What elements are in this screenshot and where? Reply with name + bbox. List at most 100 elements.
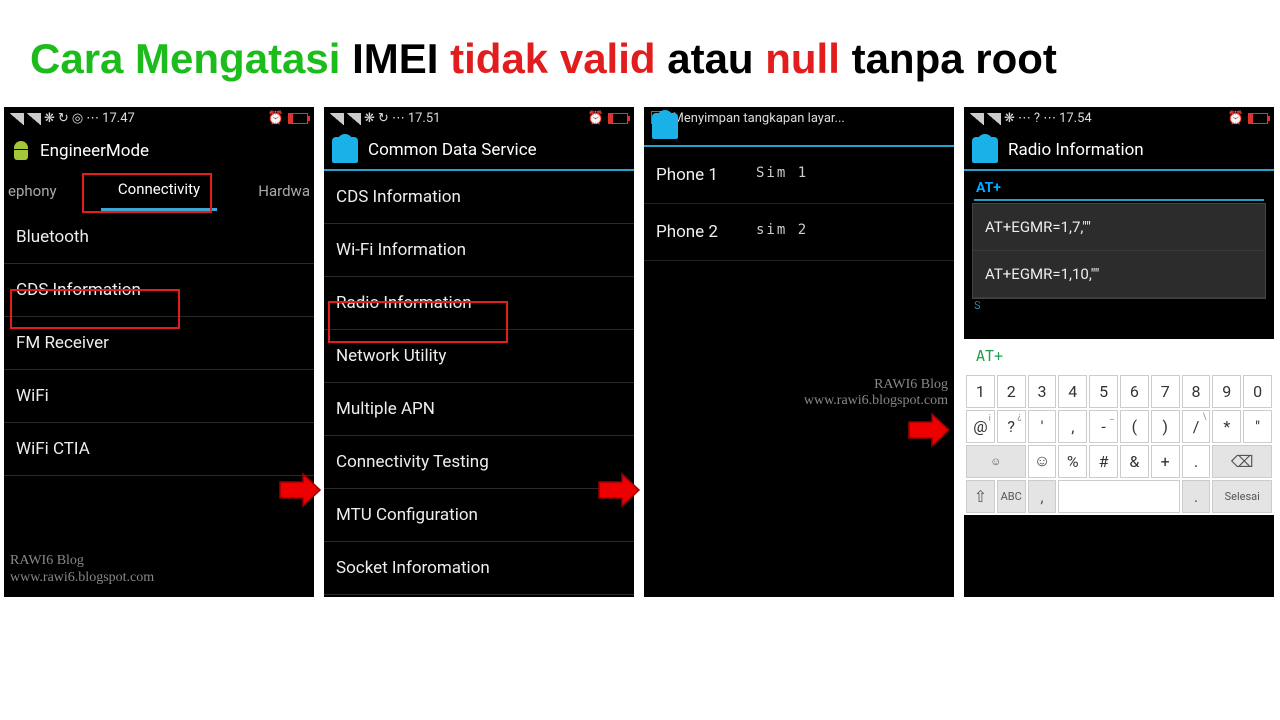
menu-radio-information[interactable]: Radio Information bbox=[324, 277, 634, 330]
key-backspace[interactable]: ⌫ bbox=[1212, 445, 1272, 478]
battery-icon bbox=[288, 113, 308, 124]
arrow-icon bbox=[275, 470, 325, 510]
suggestion-egmr-1-7[interactable]: AT+EGMR=1,7,"" bbox=[973, 204, 1265, 251]
key-dot[interactable]: . bbox=[1182, 480, 1211, 513]
sync-icon: ↻ bbox=[58, 111, 69, 126]
menu-fm-receiver[interactable]: FM Receiver bbox=[4, 317, 314, 370]
key[interactable]: 1 bbox=[966, 375, 995, 408]
key[interactable]: ) bbox=[1151, 410, 1180, 443]
menu-network-utility[interactable]: Network Utility bbox=[324, 330, 634, 383]
key[interactable]: 2 bbox=[997, 375, 1026, 408]
instagram-icon: ◎ bbox=[72, 111, 83, 126]
app-title: Common Data Service bbox=[368, 140, 537, 160]
key[interactable]: 3 bbox=[1028, 375, 1057, 408]
app-title: EngineerMode bbox=[40, 141, 149, 161]
key[interactable]: /\ bbox=[1182, 410, 1211, 443]
menu-wifi[interactable]: WiFi bbox=[4, 370, 314, 423]
key-symbols[interactable]: ☺ bbox=[966, 445, 1026, 478]
app-header: EngineerMode bbox=[4, 131, 314, 171]
menu-socket-information[interactable]: Socket Inforomation bbox=[324, 542, 634, 595]
status-bar: ❋ ⋯ ? ⋯ 17.54 ⏰ bbox=[964, 107, 1274, 131]
key[interactable]: ( bbox=[1120, 410, 1149, 443]
key[interactable]: 5 bbox=[1089, 375, 1118, 408]
phone1-label: Phone 1 bbox=[656, 165, 756, 185]
key[interactable]: 9 bbox=[1212, 375, 1241, 408]
phone1-row[interactable]: Phone 1 Sim 1 bbox=[644, 147, 954, 204]
status-time: 17.51 bbox=[408, 111, 441, 126]
key[interactable]: + bbox=[1151, 445, 1180, 478]
bbm-icon: ❋ bbox=[44, 111, 55, 126]
app-header: Common Data Service bbox=[324, 131, 634, 171]
key[interactable]: @¡ bbox=[966, 410, 995, 443]
android-icon bbox=[12, 141, 30, 161]
signal-icon bbox=[970, 113, 984, 125]
key[interactable]: " bbox=[1243, 410, 1272, 443]
chat-icon: ⋯ bbox=[86, 111, 99, 126]
key-space[interactable] bbox=[1058, 480, 1179, 513]
menu-cds-information[interactable]: CDS Information bbox=[324, 171, 634, 224]
tab-telephony[interactable]: ephony bbox=[4, 171, 101, 211]
at-suggestions-dropdown: AT+EGMR=1,7,"" AT+EGMR=1,10,"" bbox=[972, 203, 1266, 299]
key-comma[interactable]: , bbox=[1028, 480, 1057, 513]
menu-cds-information[interactable]: CDS Information bbox=[4, 264, 314, 317]
menu-multiple-apn[interactable]: Multiple APN bbox=[324, 383, 634, 436]
status-bar: ❋ ↻ ⋯ 17.51 ⏰ bbox=[324, 107, 634, 131]
signal-icon bbox=[10, 113, 24, 125]
screenshot-phone-information: 🖼 Menyimpan tangkapan layar... Phone Inf… bbox=[644, 107, 954, 597]
screenshot-toast: 🖼 Menyimpan tangkapan layar... bbox=[644, 107, 954, 131]
menu-mtu-configuration[interactable]: MTU Configuration bbox=[324, 489, 634, 542]
status-time: 17.54 bbox=[1059, 111, 1092, 126]
key[interactable]: . bbox=[1182, 445, 1211, 478]
key[interactable]: 4 bbox=[1058, 375, 1087, 408]
menu-wifi-information[interactable]: Wi-Fi Information bbox=[324, 224, 634, 277]
key[interactable]: 6 bbox=[1120, 375, 1149, 408]
screenshot-common-data-service: ❋ ↻ ⋯ 17.51 ⏰ Common Data Service CDS In… bbox=[324, 107, 634, 597]
key-shift[interactable]: ⇧ bbox=[966, 480, 995, 513]
key[interactable]: * bbox=[1212, 410, 1241, 443]
screenshot-engineer-mode: ❋ ↻ ◎ ⋯ 17.47 ⏰ EngineerMode ephony Conn… bbox=[4, 107, 314, 597]
key-done[interactable]: Selesai bbox=[1212, 480, 1272, 513]
phone2-value: sim 2 bbox=[756, 222, 808, 242]
keyboard: 1234567890@¡?¿',-_()/\*"☺☺%#&+.⌫⇧ABC,.Se… bbox=[964, 373, 1274, 515]
tab-hardware[interactable]: Hardwa bbox=[217, 171, 314, 211]
phone2-row[interactable]: Phone 2 sim 2 bbox=[644, 204, 954, 261]
key[interactable]: , bbox=[1058, 410, 1087, 443]
key-abc[interactable]: ABC bbox=[997, 480, 1026, 513]
page-title: Cara Mengatasi IMEI tidak valid atau nul… bbox=[0, 0, 1280, 107]
signal-icon bbox=[347, 113, 361, 125]
keyboard-suggestion[interactable]: AT+ bbox=[964, 339, 1274, 373]
key[interactable]: 0 bbox=[1243, 375, 1272, 408]
phone1-value: Sim 1 bbox=[756, 165, 808, 185]
key[interactable]: ' bbox=[1028, 410, 1057, 443]
suggestion-egmr-1-10[interactable]: AT+EGMR=1,10,"" bbox=[973, 251, 1265, 298]
phone2-label: Phone 2 bbox=[656, 222, 756, 242]
sync-icon: ↻ bbox=[378, 111, 389, 126]
key[interactable]: ☺ bbox=[1028, 445, 1057, 478]
key[interactable]: % bbox=[1058, 445, 1087, 478]
menu-bluetooth[interactable]: Bluetooth bbox=[4, 211, 314, 264]
watermark: RAWI6 Blog www.rawi6.blogspot.com bbox=[10, 553, 154, 587]
tab-connectivity[interactable]: Connectivity bbox=[101, 171, 217, 211]
key[interactable]: -_ bbox=[1089, 410, 1118, 443]
watermark: RAWI6 Blog www.rawi6.blogspot.com bbox=[804, 377, 948, 411]
key[interactable]: & bbox=[1120, 445, 1149, 478]
at-command-input[interactable]: AT+ bbox=[974, 177, 1264, 201]
battery-icon bbox=[608, 113, 628, 124]
key[interactable]: # bbox=[1089, 445, 1118, 478]
arrow-icon bbox=[904, 410, 954, 450]
key[interactable]: ?¿ bbox=[997, 410, 1026, 443]
signal-icon bbox=[330, 113, 344, 125]
chat-icon: ⋯ bbox=[1018, 111, 1031, 126]
menu-wifi-ctia[interactable]: WiFi CTIA bbox=[4, 423, 314, 476]
screenshot-radio-information: ❋ ⋯ ? ⋯ 17.54 ⏰ Radio Information AT+ AT… bbox=[964, 107, 1274, 597]
signal-icon bbox=[27, 113, 41, 125]
tab-bar: ephony Connectivity Hardwa bbox=[4, 171, 314, 211]
alarm-icon: ⏰ bbox=[1228, 111, 1244, 126]
android-icon bbox=[332, 137, 358, 163]
chat-icon: ⋯ bbox=[392, 111, 405, 126]
bbm-icon: ❋ bbox=[1004, 111, 1015, 126]
battery-icon bbox=[1248, 113, 1268, 124]
key[interactable]: 8 bbox=[1182, 375, 1211, 408]
key[interactable]: 7 bbox=[1151, 375, 1180, 408]
menu-connectivity-testing[interactable]: Connectivity Testing bbox=[324, 436, 634, 489]
